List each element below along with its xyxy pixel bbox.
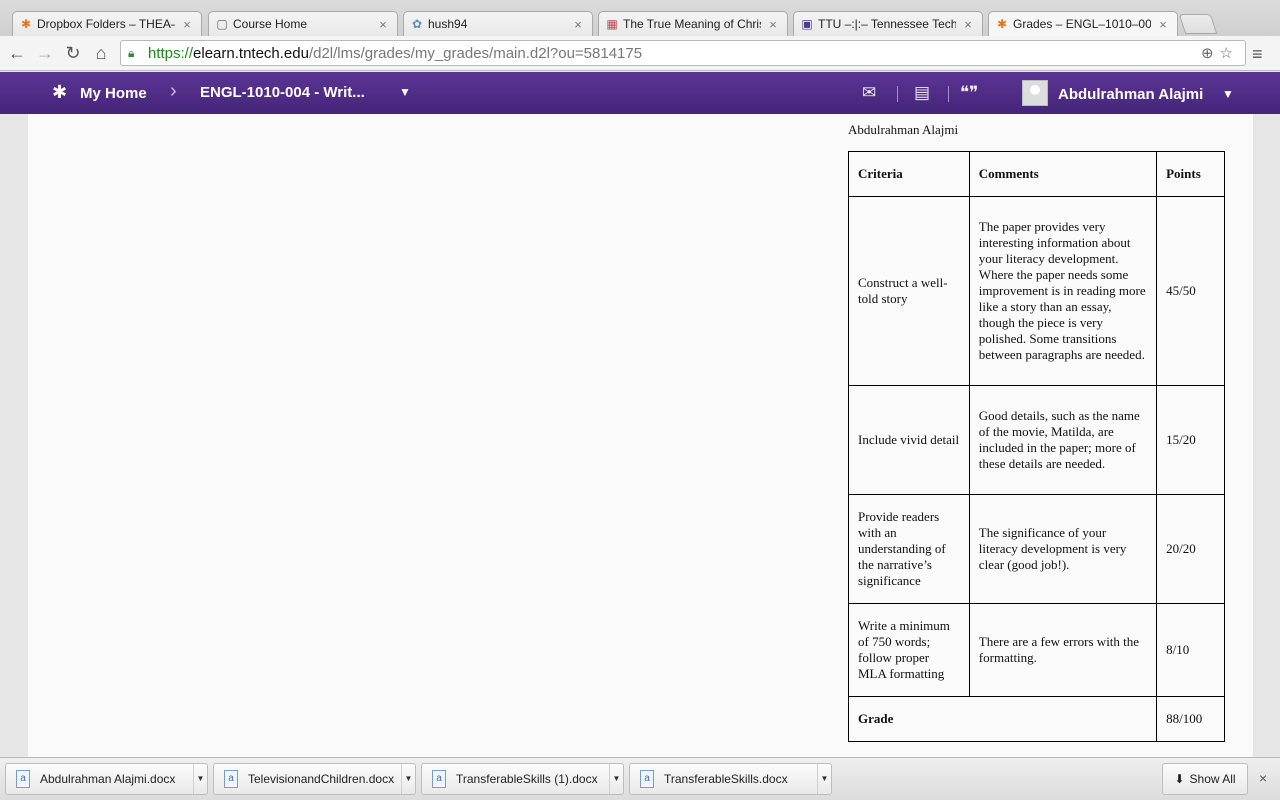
close-icon[interactable]: × xyxy=(1259,770,1267,786)
image-icon: ▦ xyxy=(606,17,618,31)
tab-title: TTU –:|:– Tennessee Techn xyxy=(818,17,956,31)
chevron-down-icon[interactable]: ▼ xyxy=(1222,87,1234,101)
comments-header: Comments xyxy=(968,151,1158,197)
criteria-cell: Include vivid detail xyxy=(848,385,970,495)
reload-icon[interactable]: ↻ xyxy=(61,42,85,64)
tab-title: Course Home xyxy=(233,17,308,31)
points-cell: 15/20 xyxy=(1156,385,1225,495)
browser-tab-hush94[interactable]: ✿ hush94 × xyxy=(403,11,593,36)
d2l-icon: ✱ xyxy=(20,17,32,31)
criteria-cell: Provide readers with an understanding of… xyxy=(848,494,970,604)
docx-file-icon: a xyxy=(224,770,238,788)
close-icon[interactable]: × xyxy=(767,17,779,32)
comments-cell: There are a few errors with the formatti… xyxy=(968,603,1158,697)
menu-icon[interactable]: ≡ xyxy=(1252,44,1263,65)
download-bar: a Abdulrahman Alajmi.docx ▼ a Television… xyxy=(0,757,1280,800)
breadcrumb-chevron-icon: › xyxy=(170,80,177,102)
criteria-cell: Construct a well-told story xyxy=(848,196,970,386)
close-icon[interactable]: × xyxy=(1157,17,1169,32)
close-icon[interactable]: × xyxy=(377,17,389,32)
page-icon: ▢ xyxy=(216,17,228,31)
download-filename: TransferableSkills (1).docx xyxy=(456,772,598,786)
tab-title: hush94 xyxy=(428,17,468,31)
d2l-icon: ✱ xyxy=(996,17,1008,31)
lock-icon: 🔒︎ xyxy=(128,46,135,60)
tab-title: Grades – ENGL–1010–004 xyxy=(1013,17,1151,31)
download-filename: TransferableSkills.docx xyxy=(664,772,788,786)
docx-file-icon: a xyxy=(16,770,30,788)
chat-icon[interactable]: ❝❞ xyxy=(960,83,978,103)
close-icon[interactable]: × xyxy=(962,17,974,32)
download-filename: Abdulrahman Alajmi.docx xyxy=(40,772,176,786)
comments-cell: The significance of your literacy develo… xyxy=(968,494,1158,604)
browser-tab-dropbox[interactable]: ✱ Dropbox Folders – THEA–1 × xyxy=(12,11,202,36)
url-host: elearn.tntech.edu xyxy=(193,44,309,62)
chevron-down-icon[interactable]: ▼ xyxy=(609,764,623,794)
avatar[interactable] xyxy=(1022,80,1048,106)
chevron-down-icon[interactable]: ▼ xyxy=(401,764,415,794)
browser-tab-course-home[interactable]: ▢ Course Home × xyxy=(208,11,398,36)
divider xyxy=(897,86,898,102)
message-icon[interactable]: ✉ xyxy=(862,83,876,103)
points-cell: 20/20 xyxy=(1156,494,1225,604)
address-bar[interactable]: 🔒︎ https://elearn.tntech.edu/d2l/lms/gra… xyxy=(120,40,1246,66)
download-filename: TelevisionandChildren.docx xyxy=(248,772,395,786)
table-row: Write a minimum of 750 words; follow pro… xyxy=(848,603,1225,697)
grade-value: 88/100 xyxy=(1156,696,1225,742)
criteria-header: Criteria xyxy=(848,151,970,197)
user-menu[interactable]: Abdulrahman Alajmi xyxy=(1058,86,1203,103)
comments-cell: The paper provides very interesting info… xyxy=(968,196,1158,386)
show-all-button[interactable]: ⬇ Show All xyxy=(1162,763,1248,795)
chevron-down-icon[interactable]: ▼ xyxy=(193,764,207,794)
url-scheme: https:// xyxy=(148,44,194,62)
student-name: Abdulrahman Alajmi xyxy=(848,122,959,137)
back-icon[interactable]: ← xyxy=(5,42,29,64)
home-icon[interactable]: ⌂ xyxy=(89,42,113,64)
d2l-navbar: ✱ My Home › ENGL-1010-004 - Writ... ▼ ✉ … xyxy=(0,72,1280,114)
download-item[interactable]: a TransferableSkills.docx ▼ xyxy=(629,763,832,795)
course-selector[interactable]: ENGL-1010-004 - Writ... xyxy=(200,84,365,101)
tab-title: The True Meaning of Chris xyxy=(623,17,761,31)
url-path: /d2l/lms/grades/my_grades/main.d2l?ou=58… xyxy=(308,44,643,62)
show-all-label: Show All xyxy=(1189,772,1236,786)
ttu-icon: ▣ xyxy=(801,17,813,31)
updates-icon[interactable]: ▤ xyxy=(914,83,930,103)
rubric-table: Criteria Comments Points Construct a wel… xyxy=(847,151,1225,742)
points-cell: 45/50 xyxy=(1156,196,1225,386)
zoom-icon[interactable]: ⊕☆ xyxy=(1201,44,1239,62)
d2l-logo-icon[interactable]: ✱ xyxy=(52,82,74,104)
download-item[interactable]: a Abdulrahman Alajmi.docx ▼ xyxy=(5,763,208,795)
comments-cell: Good details, such as the name of the mo… xyxy=(968,385,1158,495)
grades-content: Abdulrahman Alajmi Criteria Comments Poi… xyxy=(28,114,1253,757)
table-row: Include vivid detail Good details, such … xyxy=(848,385,1225,495)
tab-title: Dropbox Folders – THEA–1 xyxy=(37,17,175,31)
browser-tab-grades[interactable]: ✱ Grades – ENGL–1010–004 × xyxy=(988,11,1178,36)
browser-toolbar: ← → ↻ ⌂ 🔒︎ https://elearn.tntech.edu/d2l… xyxy=(0,36,1280,71)
grade-label: Grade xyxy=(847,696,1158,742)
chevron-down-icon[interactable]: ▼ xyxy=(399,85,411,99)
points-header: Points xyxy=(1156,151,1225,197)
browser-tab-true-meaning[interactable]: ▦ The True Meaning of Chris × xyxy=(598,11,788,36)
browser-tab-strip: ✱ Dropbox Folders – THEA–1 × ▢ Course Ho… xyxy=(0,0,1280,36)
chevron-down-icon[interactable]: ▼ xyxy=(817,764,831,794)
new-tab-button[interactable] xyxy=(1178,14,1218,34)
divider xyxy=(948,86,949,102)
close-icon[interactable]: × xyxy=(181,17,193,32)
table-row: Construct a well-told story The paper pr… xyxy=(848,196,1225,386)
my-home-link[interactable]: My Home xyxy=(80,85,147,102)
docx-file-icon: a xyxy=(640,770,654,788)
table-row: Provide readers with an understanding of… xyxy=(848,494,1225,604)
criteria-cell: Write a minimum of 750 words; follow pro… xyxy=(848,603,970,697)
download-item[interactable]: a TransferableSkills (1).docx ▼ xyxy=(421,763,624,795)
download-item[interactable]: a TelevisionandChildren.docx ▼ xyxy=(213,763,416,795)
close-icon[interactable]: × xyxy=(572,17,584,32)
grade-row: Grade 88/100 xyxy=(847,696,1225,742)
points-cell: 8/10 xyxy=(1156,603,1225,697)
table-header-row: Criteria Comments Points xyxy=(848,151,1225,197)
blog-icon: ✿ xyxy=(411,17,423,31)
docx-file-icon: a xyxy=(432,770,446,788)
download-arrow-icon: ⬇ xyxy=(1174,772,1185,786)
browser-tab-ttu[interactable]: ▣ TTU –:|:– Tennessee Techn × xyxy=(793,11,983,36)
forward-icon[interactable]: → xyxy=(33,42,57,64)
